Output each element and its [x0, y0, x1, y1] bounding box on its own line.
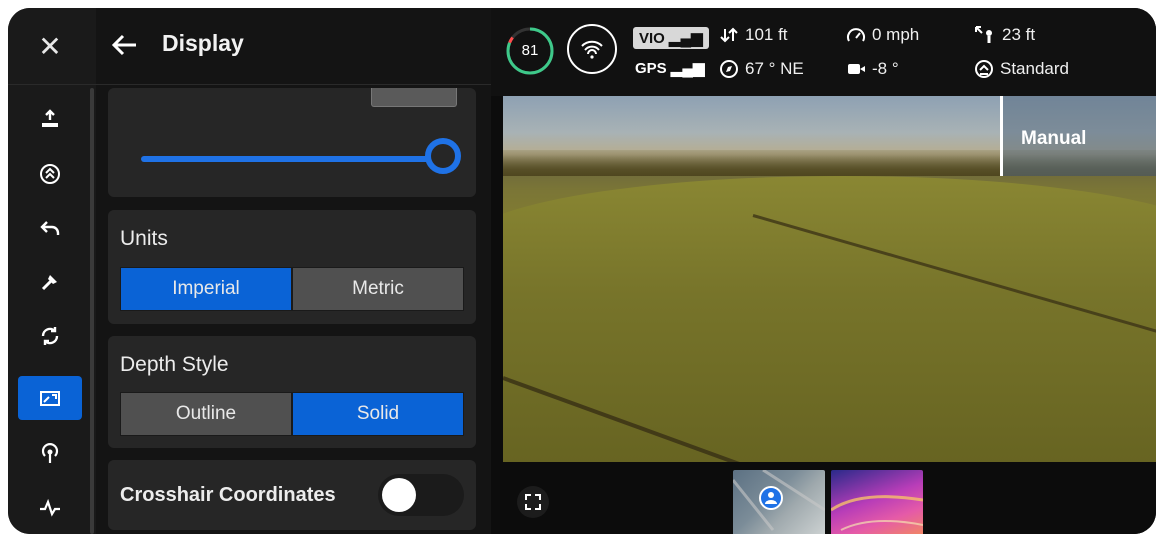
telemetry-bar: 81 VIO ▂▄▆ GPS ▂▄▆ 101 ft 67 ° NE 0 mph — [491, 8, 1156, 96]
bottom-bar — [491, 462, 1156, 534]
gps-label: GPS — [635, 60, 667, 77]
metric-button[interactable]: Metric — [292, 267, 464, 311]
slider-track[interactable] — [141, 156, 431, 162]
imperial-button[interactable]: Imperial — [120, 267, 292, 311]
flight-mode-value: Standard — [1000, 59, 1069, 78]
slider-thumb[interactable] — [425, 138, 461, 174]
rail-divider — [8, 84, 96, 85]
distance-icon — [975, 26, 992, 43]
return-home-icon[interactable] — [18, 206, 82, 250]
camera-feed[interactable]: Manual — [503, 96, 1156, 462]
units-card: Units Imperial Metric — [108, 210, 476, 324]
compass-icon — [720, 60, 738, 78]
slider-value-tooltip — [371, 88, 457, 107]
panel-header: Display — [96, 8, 491, 85]
flight-mode-icon[interactable] — [18, 152, 82, 196]
flight-mode-icon — [975, 60, 993, 78]
altitude-icon — [720, 27, 738, 43]
app-frame: ✕ Display Units Imperial Metric Depth St… — [8, 8, 1156, 534]
signal-bars-icon: ▂▄▆ — [670, 60, 705, 77]
depth-style-label: Depth Style — [120, 353, 229, 376]
exposure-mode-label: Manual — [1021, 128, 1087, 149]
gimbal-value: -8 ° — [872, 59, 899, 78]
expand-icon[interactable] — [517, 486, 549, 518]
heading-value: 67 ° NE — [745, 59, 804, 78]
connectivity-icon[interactable] — [18, 432, 82, 476]
altitude-value: 101 ft — [745, 25, 788, 44]
takeoff-icon[interactable] — [18, 98, 82, 142]
solid-button[interactable]: Solid — [292, 392, 464, 436]
settings-panel: Display Units Imperial Metric Depth Styl… — [96, 8, 491, 534]
gimbal-readout: -8 ° — [846, 59, 899, 79]
units-label: Units — [120, 227, 168, 250]
outline-button[interactable]: Outline — [120, 392, 292, 436]
speed-readout: 0 mph — [846, 25, 919, 45]
battery-level: 81 — [521, 42, 539, 59]
crosshair-label: Crosshair Coordinates — [120, 484, 336, 506]
side-rail: ✕ — [8, 8, 97, 534]
flight-mode-readout[interactable]: Standard — [974, 59, 1069, 79]
battery-indicator[interactable]: 81 — [505, 26, 555, 76]
thermal-thumbnail[interactable] — [830, 470, 924, 534]
brightness-slider-card — [108, 88, 476, 197]
gps-status: GPS ▂▄▆ — [635, 59, 705, 77]
camera-view: 81 VIO ▂▄▆ GPS ▂▄▆ 101 ft 67 ° NE 0 mph — [491, 8, 1156, 534]
sync-icon[interactable] — [18, 314, 82, 358]
depth-style-segmented-control: Outline Solid — [120, 392, 464, 436]
activity-icon[interactable] — [18, 486, 82, 530]
drone-light-icon[interactable] — [18, 260, 82, 304]
vio-label: VIO — [639, 30, 665, 47]
speedometer-icon — [847, 28, 865, 42]
crosshair-card: Crosshair Coordinates — [108, 460, 476, 530]
hillside — [503, 176, 1156, 462]
page-title: Display — [162, 30, 244, 56]
wifi-icon[interactable] — [567, 24, 617, 74]
back-arrow-icon[interactable] — [110, 30, 140, 60]
toggle-knob — [382, 478, 416, 512]
depth-style-card: Depth Style Outline Solid — [108, 336, 476, 448]
units-segmented-control: Imperial Metric — [120, 267, 464, 311]
exposure-mode-tag[interactable]: Manual — [1000, 96, 1156, 176]
close-icon[interactable]: ✕ — [30, 26, 70, 66]
speed-value: 0 mph — [872, 25, 920, 44]
altitude-readout: 101 ft — [719, 25, 788, 45]
crosshair-toggle[interactable] — [378, 474, 464, 516]
display-icon[interactable] — [18, 376, 82, 420]
distance-value: 23 ft — [1002, 25, 1036, 44]
vio-badge: VIO ▂▄▆ — [633, 27, 709, 49]
map-thumbnail[interactable] — [733, 470, 825, 534]
signal-bars-icon: ▂▄▆ — [669, 30, 703, 47]
camera-tilt-icon — [848, 64, 865, 74]
distance-readout: 23 ft — [974, 25, 1035, 45]
heading-readout: 67 ° NE — [719, 59, 804, 79]
rail-scrollbar[interactable] — [90, 88, 94, 534]
